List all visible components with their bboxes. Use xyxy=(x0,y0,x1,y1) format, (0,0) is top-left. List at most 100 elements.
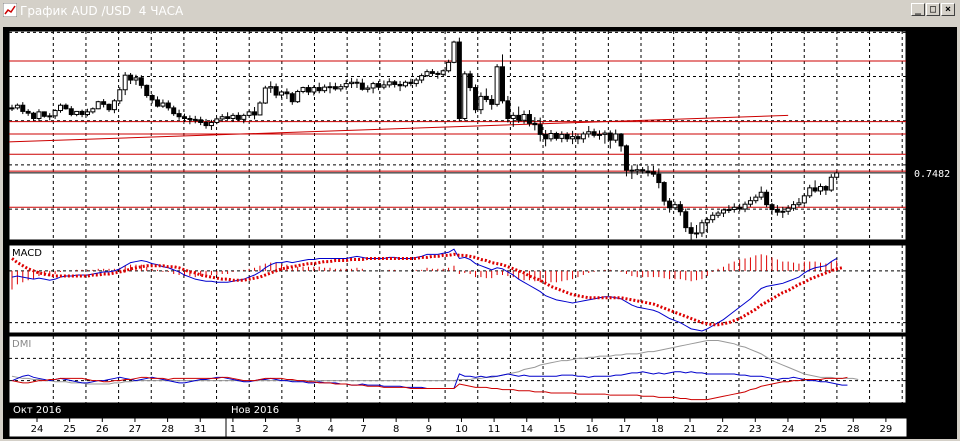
x-tick-label: 29 xyxy=(880,424,893,435)
candle-body-up xyxy=(74,110,80,116)
candle-body-up xyxy=(295,91,301,103)
candle-body-up xyxy=(785,207,791,212)
candle-body-down xyxy=(165,102,171,109)
candle-body-down xyxy=(192,118,198,121)
candle-body-down xyxy=(138,77,144,86)
candle-body-down xyxy=(473,87,479,111)
candle-body-up xyxy=(58,104,64,112)
candle-body-down xyxy=(645,170,651,173)
candle-body-down xyxy=(332,86,338,90)
candle-body-down xyxy=(737,206,743,210)
y-tick-label: 40 xyxy=(915,354,928,365)
candle-body-up xyxy=(462,73,468,119)
x-tick-label: 8 xyxy=(393,424,399,435)
candle-body-up xyxy=(219,116,225,120)
candle-body-down xyxy=(618,133,624,147)
candle-body-up xyxy=(402,81,408,87)
candle-body-up xyxy=(753,196,759,202)
y-tick-label: 0.7800 xyxy=(915,28,950,39)
candle-body-down xyxy=(456,41,462,119)
candle-body-up xyxy=(747,200,753,205)
macd-title: MACD xyxy=(12,248,42,259)
candle-body-up xyxy=(613,133,619,141)
candle-body-down xyxy=(316,87,322,92)
candle-body-up xyxy=(214,118,220,123)
candle-body-up xyxy=(828,176,834,191)
candle-body-up xyxy=(241,114,247,120)
candle-body-up xyxy=(370,83,376,89)
candle-body-up xyxy=(279,91,284,96)
candle xyxy=(473,84,479,114)
y-tick-label: 0.7400 xyxy=(915,205,950,216)
candle-body-up xyxy=(349,81,355,85)
x-tick-label: 11 xyxy=(488,424,501,435)
y-tick-label: -0.005 xyxy=(915,319,947,330)
x-tick-label: 17 xyxy=(618,424,631,435)
candle-body-up xyxy=(84,111,90,116)
candle-body-up xyxy=(597,133,603,136)
candle-body-up xyxy=(90,108,96,113)
x-axis: 24 25 26 27 28 31 1 2 3 4 7 8 9 10 11 14 15 16 17 18 21 22 23 2… xyxy=(8,404,908,438)
candle-body-down xyxy=(181,116,187,119)
x-tick-label: 2 xyxy=(262,424,268,435)
candle-body-up xyxy=(440,70,446,75)
candle-body-down xyxy=(629,169,635,172)
candle-body-up xyxy=(570,136,576,140)
x-tick-label: 4 xyxy=(328,424,334,435)
candle-body-down xyxy=(128,74,134,81)
candle-body-down xyxy=(656,173,662,184)
candle xyxy=(41,111,47,118)
candle-body-down xyxy=(499,66,505,102)
candle-body-down xyxy=(553,133,559,139)
candle-body-down xyxy=(537,124,543,135)
candle-body-up xyxy=(758,191,764,198)
candle-body-up xyxy=(338,86,344,90)
candle-body-down xyxy=(225,116,231,119)
candle-body-down xyxy=(683,211,689,229)
candle xyxy=(95,100,101,110)
candle-body-up xyxy=(720,209,726,214)
candle-body-up xyxy=(559,133,565,139)
candle-body-down xyxy=(106,103,112,111)
x-tick-label: 31 xyxy=(194,424,207,435)
candle-body-up xyxy=(715,212,721,216)
candle-body-up xyxy=(548,133,554,140)
y-tick-label: 0.7600 xyxy=(915,117,950,128)
candle-body-down xyxy=(284,91,290,95)
x-tick-label: 21 xyxy=(684,424,697,435)
x-tick-label: 1 xyxy=(230,424,236,435)
candle-body-down xyxy=(171,107,177,115)
candle-body-up xyxy=(710,214,716,221)
candle-body-down xyxy=(31,112,37,119)
candle-body-down xyxy=(677,204,683,213)
candle-body-up xyxy=(311,87,317,93)
month-label-oct: Окт 2016 xyxy=(9,404,66,417)
candle xyxy=(494,64,500,107)
candle-body-up xyxy=(9,107,15,110)
candle-body-down xyxy=(435,72,441,75)
x-tick-label: 14 xyxy=(520,424,533,435)
candle-body-up xyxy=(413,79,419,85)
candle-body-down xyxy=(289,93,295,103)
month-label-nov: Нов 2016 xyxy=(227,404,284,417)
candle-body-up xyxy=(780,210,786,213)
candle-body-up xyxy=(300,87,306,93)
candle-body-up xyxy=(580,133,586,140)
candle-body-up xyxy=(699,222,705,234)
candle-body-down xyxy=(516,114,522,121)
candle-body-down xyxy=(661,182,667,202)
y-tick-label: +0.000 xyxy=(915,267,952,278)
candle-body-down xyxy=(408,81,414,85)
chart-svg[interactable]: 0.78000.77000.76000.75000.74000.7482 +0.… xyxy=(0,0,960,441)
candle-body-up xyxy=(47,115,53,118)
candle-body-down xyxy=(41,111,47,117)
candle-body-up xyxy=(327,86,333,89)
candle-body-up xyxy=(268,86,274,89)
candle-body-up xyxy=(14,104,20,109)
x-tick-label: 18 xyxy=(651,424,664,435)
candle-body-down xyxy=(532,122,538,126)
candle-body-up xyxy=(160,102,166,107)
candle-body-down xyxy=(489,98,495,105)
x-tick-label: 23 xyxy=(749,424,762,435)
x-tick-label: 16 xyxy=(586,424,599,435)
